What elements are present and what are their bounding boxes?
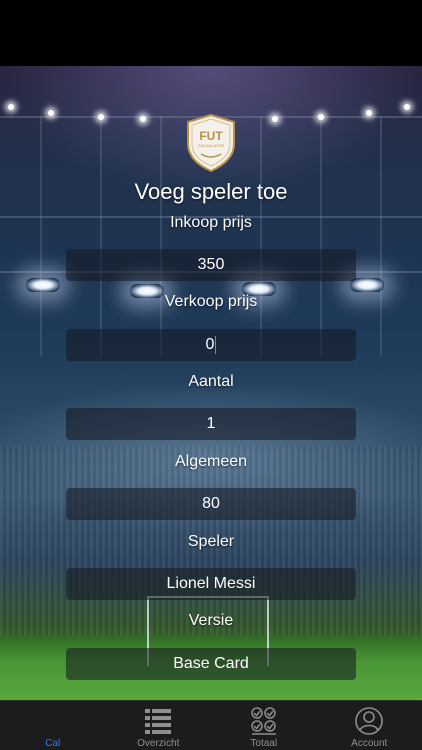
- roof-light: [8, 104, 14, 110]
- player-label: Speler: [187, 533, 235, 550]
- roof-pillar: [320, 116, 322, 356]
- roof-pillar: [40, 116, 42, 356]
- purchase-price-label: Inkoop prijs: [170, 214, 252, 231]
- checklist-icon: [249, 706, 279, 741]
- fut-calculator-logo: FUT CALCULATOR: [186, 113, 236, 173]
- list-icon: [143, 706, 173, 741]
- tab-account[interactable]: Account: [317, 701, 422, 750]
- roof-pillar: [160, 116, 162, 356]
- rating-label: Algemeen: [174, 453, 248, 470]
- quantity-input[interactable]: 1: [66, 408, 356, 440]
- status-bar-area: [0, 0, 422, 66]
- sale-price-input[interactable]: 0: [66, 329, 356, 361]
- quantity-label: Aantal: [188, 373, 234, 390]
- tab-totaal[interactable]: Totaal: [211, 701, 317, 750]
- tab-cal-label: Cal: [45, 738, 61, 749]
- roof-light: [366, 110, 372, 116]
- floodlight: [350, 278, 384, 292]
- version-select[interactable]: Base Card: [66, 648, 356, 680]
- sale-price-label: Verkoop prijs: [164, 293, 258, 310]
- logo-subtext: CALCULATOR: [198, 143, 225, 148]
- roof-pillar: [100, 116, 102, 356]
- tab-bar: Cal Overzicht Totaal Account: [0, 700, 422, 750]
- player-input[interactable]: Lionel Messi: [66, 568, 356, 600]
- version-label: Versie: [188, 612, 234, 629]
- roof-light: [404, 104, 410, 110]
- floodlight: [26, 278, 60, 292]
- roof-pillar: [380, 116, 382, 356]
- tab-cal[interactable]: Cal: [0, 701, 106, 750]
- person-icon: [354, 706, 384, 741]
- tab-account-label: Account: [351, 738, 388, 749]
- logo-text: FUT: [199, 129, 223, 143]
- roof-light: [98, 114, 104, 120]
- roof-light: [272, 116, 278, 122]
- roof-pillar: [260, 116, 262, 356]
- tab-overzicht[interactable]: Overzicht: [106, 701, 212, 750]
- tab-totaal-label: Totaal: [250, 738, 278, 749]
- text-cursor: [215, 335, 217, 354]
- roof-light: [318, 114, 324, 120]
- page-title: Voeg speler toe: [134, 179, 288, 204]
- purchase-price-input[interactable]: 350: [66, 249, 356, 281]
- roof-light: [48, 110, 54, 116]
- rating-input[interactable]: 80: [66, 488, 356, 520]
- app-screen: FUT CALCULATOR Voeg speler toe Inkoop pr…: [0, 0, 422, 750]
- sale-price-value: 0: [205, 336, 215, 353]
- roof-light: [140, 116, 146, 122]
- tab-overzicht-label: Overzicht: [137, 738, 180, 749]
